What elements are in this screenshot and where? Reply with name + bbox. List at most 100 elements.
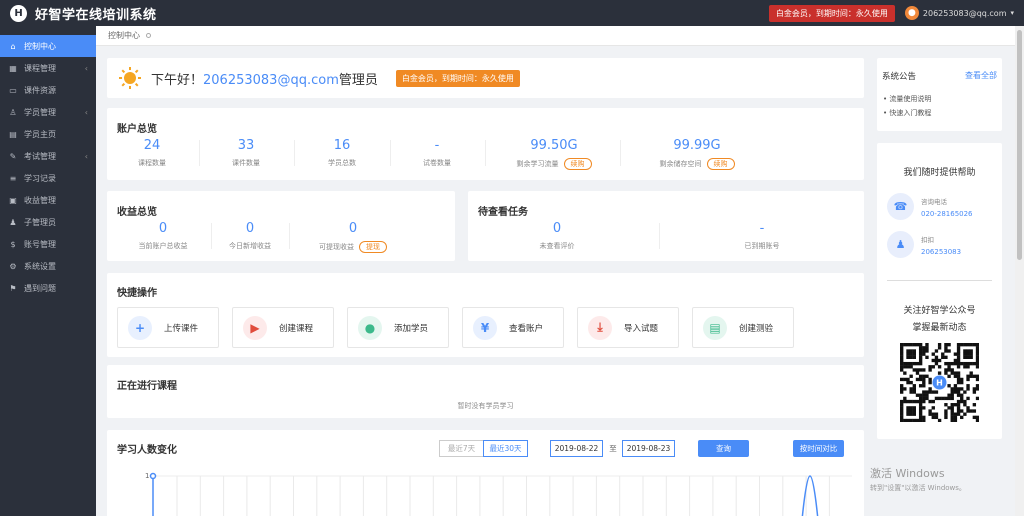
sidebar-item-5[interactable]: ✎ 考试管理 ‹ [0, 145, 96, 167]
task-stat: - 已到期账号 [712, 221, 812, 251]
sidebar-item-2[interactable]: ▭ 课件资源 [0, 79, 96, 101]
date-separator: 至 [609, 444, 617, 453]
qr-logo-letter: H [936, 379, 943, 388]
help-divider [887, 280, 992, 281]
quick-action-button[interactable]: + 上传课件 [117, 307, 219, 348]
sun-icon [119, 67, 141, 89]
stat-value: 99.50G [530, 138, 578, 153]
sidebar-item-label: 课程管理 [24, 63, 56, 73]
date-from-input[interactable]: 2019-08-22 [550, 440, 603, 457]
qq-number[interactable]: 206253083 [921, 248, 961, 256]
account-title: 账户总览 [117, 124, 157, 135]
account-stat: - 试卷数量 [377, 138, 497, 168]
stat-label-text: 学员总数 [328, 159, 356, 167]
notice-list: • 流量使用说明 • 快速入门教程 [883, 94, 931, 122]
quick-action-button[interactable]: ▶ 创建课程 [232, 307, 334, 348]
sidebar-item-10[interactable]: ⚙ 系统设置 [0, 255, 96, 277]
stat-value: 0 [158, 221, 168, 236]
series-peak-right [801, 475, 819, 516]
stat-label-text: 可提现收益 [319, 243, 354, 251]
divider [485, 140, 486, 166]
withdraw-button[interactable]: 提现 [359, 241, 387, 253]
divider [390, 140, 391, 166]
follow-line-2: 掌握最新动态 [912, 323, 967, 333]
ongoing-title: 正在进行课程 [117, 381, 177, 392]
quick-action-button[interactable]: ⤓ 导入试题 [577, 307, 679, 348]
stat-label: 可提现收益 提现 [303, 241, 403, 253]
sidebar-item-label: 课件资源 [24, 85, 56, 95]
sidebar-item-label: 学员管理 [24, 107, 56, 117]
renew-button[interactable]: 续购 [706, 158, 735, 170]
sidebar-menu: ⌂ 控制中心 ▦ 课程管理 ‹ ▭ 课件资源 ♙ 学员管理 ‹ ▤ 学员主页 ✎ 考试管理 ‹ ≡ 学习记录 ▣ 收… [0, 26, 96, 299]
help-title: 我们随时提供帮助 [903, 168, 976, 178]
view-all-link[interactable]: 查看全部 [965, 70, 997, 81]
sidebar-item-4[interactable]: ▤ 学员主页 [0, 123, 96, 145]
phone-number[interactable]: 020-28165026 [921, 210, 973, 218]
user-email[interactable]: 206253083@qq.com [923, 9, 1007, 18]
user-icon: ♙ [9, 107, 17, 117]
quick-action-label: 导入试题 [624, 323, 659, 334]
notice-item[interactable]: • 快速入门教程 [883, 108, 931, 118]
income-stat: 0 可提现收益 提现 [303, 221, 403, 253]
chevron-down-icon[interactable]: ▾ [1010, 9, 1014, 17]
divider [620, 140, 621, 166]
phone-icon: ☎ [887, 193, 914, 220]
compare-button[interactable]: 按时间对比 [793, 440, 844, 457]
sidebar-item-label: 账号管理 [24, 239, 56, 249]
sidebar-item-label: 遇到问题 [24, 283, 56, 293]
notice-item[interactable]: • 流量使用说明 [883, 94, 931, 104]
scrollbar-thumb[interactable] [1017, 30, 1022, 260]
sidebar-item-1[interactable]: ▦ 课程管理 ‹ [0, 57, 96, 79]
y-tick-label: 1 [145, 472, 149, 480]
renew-button[interactable]: 续购 [563, 158, 592, 170]
divider [289, 223, 290, 249]
quick-action-button[interactable]: ▤ 创建测验 [692, 307, 794, 348]
greeting-prefix: 下午好！ [151, 72, 204, 88]
query-button[interactable]: 查询 [698, 440, 749, 457]
trend-title: 学习人数变化 [117, 445, 177, 456]
notice-item-label: 快速入门教程 [889, 109, 932, 117]
divider [211, 223, 212, 249]
logo-icon: H [10, 4, 27, 22]
stat-label: 今日新增收益 [200, 241, 300, 251]
watermark-line-2: 转到"设置"以激活 Windows。 [870, 484, 966, 492]
sidebar-item-8[interactable]: ♟ 子管理员 [0, 211, 96, 233]
home-icon: ⌂ [10, 41, 16, 51]
sidebar-item-0[interactable]: ⌂ 控制中心 [0, 35, 96, 57]
sidebar-item-label: 系统设置 [24, 261, 56, 271]
last-30-days-tab[interactable]: 最近30天 [483, 440, 528, 457]
income-stat: 0 今日新增收益 [200, 221, 300, 251]
user-avatar-icon[interactable]: ● [904, 6, 919, 20]
breadcrumb-current[interactable]: 控制中心 [108, 30, 140, 41]
stat-label: 已到期账号 [744, 242, 780, 250]
app-logo[interactable]: H 好智学在线培训系统 [0, 4, 170, 23]
sidebar-item-7[interactable]: ▣ 收益管理 [0, 189, 96, 211]
stat-value: 0 [552, 221, 562, 236]
greeting-email: 206253083@qq.com [203, 72, 339, 88]
vip-badge[interactable]: 白金会员，到期时间：永久使用 [768, 4, 895, 22]
sidebar-item-11[interactable]: ⚑ 遇到问题 [0, 277, 96, 299]
sidebar-item-label: 学习记录 [24, 173, 56, 183]
last-7-days-tab[interactable]: 最近7天 [439, 440, 484, 457]
tasks-title: 待查看任务 [478, 207, 528, 218]
stat-label-text: 课程数量 [138, 159, 166, 167]
notice-title: 系统公告 [882, 72, 917, 82]
account-stat: 99.99G 剩余储存空间 续购 [637, 138, 757, 170]
document-icon: ▤ [703, 315, 727, 340]
sidebar-item-9[interactable]: $ 账号管理 [0, 233, 96, 255]
quick-action-label: 添加学员 [394, 323, 429, 334]
quick-action-button[interactable]: ● 添加学员 [347, 307, 449, 348]
stat-label: 剩余学习流量 续购 [494, 158, 614, 170]
quick-action-button[interactable]: ¥ 查看账户 [462, 307, 564, 348]
gear-icon: ⚙ [9, 261, 17, 271]
account-overview-card: 账户总览 24 课程数量 33 课件数量 16 学员总数 - 试卷数量 99.50G 剩余学习流量… [107, 108, 864, 180]
phone-label: 咨询电话 [921, 197, 947, 206]
help-icon: ⚑ [9, 283, 17, 293]
date-to-input[interactable]: 2019-08-23 [622, 440, 675, 457]
sidebar-item-6[interactable]: ≡ 学习记录 [0, 167, 96, 189]
sidebar-item-3[interactable]: ♙ 学员管理 ‹ [0, 101, 96, 123]
pending-tasks-card: 待查看任务 0 未查看评价 - 已到期账号 [468, 191, 864, 261]
dollar-icon: $ [10, 239, 16, 249]
stat-label: 未查看评价 [539, 242, 575, 250]
phone-contact: ☎ 咨询电话 020-28165026 [887, 193, 973, 220]
